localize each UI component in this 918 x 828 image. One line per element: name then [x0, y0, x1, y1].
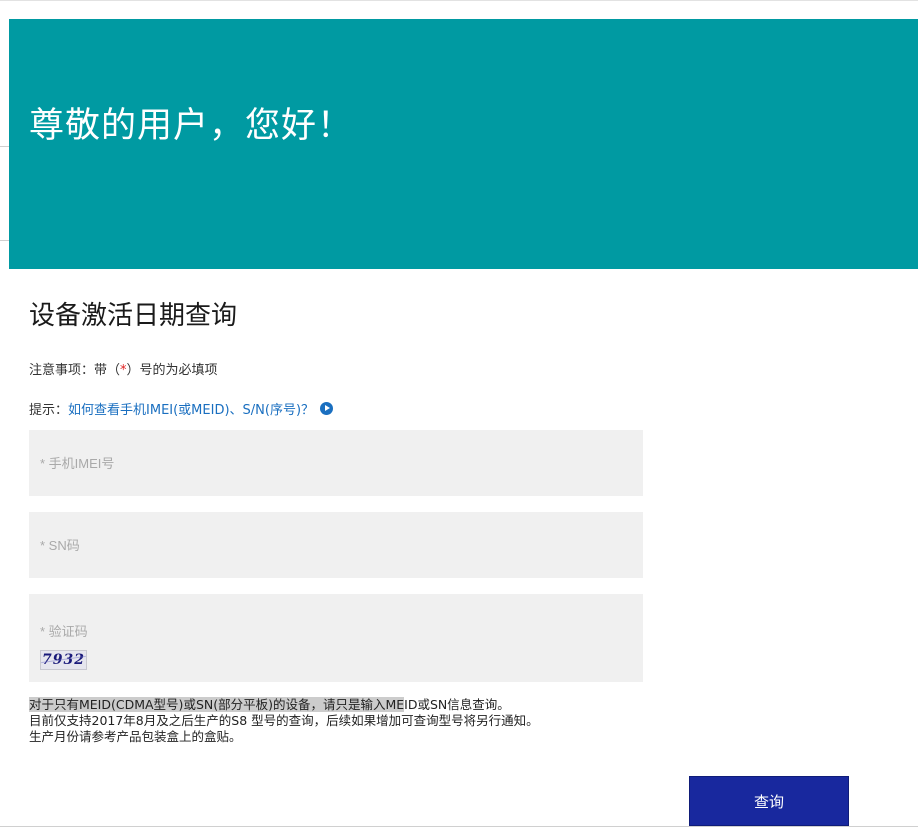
bottom-divider — [0, 826, 918, 827]
imei-field — [29, 430, 643, 496]
tip-prefix: 提示： — [29, 403, 69, 418]
info-line-3: 生产月份请参考产品包装盒上的盒贴。 — [29, 729, 242, 744]
help-tip: 提示： 如何查看手机IMEI(或MEID)、S/N(序号)？ — [29, 399, 334, 418]
play-circle-icon[interactable] — [320, 402, 334, 415]
info-line-1: 对于只有MEID(CDMA型号)或SN(部分平板)的设备，请只是输入MEID或S… — [29, 697, 539, 713]
captcha-field: 7932 — [29, 594, 643, 682]
imei-input[interactable] — [29, 430, 643, 496]
note-suffix: ）号的为必填项 — [126, 363, 218, 378]
page-title: 设备激活日期查询 — [29, 301, 238, 331]
required-note: 注意事项：带（*）号的为必填项 — [29, 359, 218, 378]
side-divider — [0, 146, 9, 147]
info-text: 对于只有MEID(CDMA型号)或SN(部分平板)的设备，请只是输入MEID或S… — [29, 697, 539, 745]
banner-title: 尊敬的用户，您好！ — [29, 106, 354, 146]
info-line-1-highlight: 对于只有MEID(CDMA型号)或SN(部分平板)的设备，请只是输入ME — [29, 697, 405, 712]
sn-input[interactable] — [29, 512, 643, 578]
captcha-input[interactable] — [29, 594, 643, 676]
info-line-1-rest: ID或SN信息查询。 — [404, 697, 510, 712]
query-button[interactable]: 查询 — [689, 776, 849, 826]
side-divider — [0, 240, 9, 241]
info-line-2: 目前仅支持2017年8月及之后生产的S8 型号的查询，后续如果增加可查询型号将另… — [29, 713, 539, 728]
note-prefix: 注意事项：带（ — [29, 363, 121, 378]
imei-help-link[interactable]: 如何查看手机IMEI(或MEID)、S/N(序号)？ — [68, 399, 314, 418]
top-divider — [0, 0, 918, 1]
captcha-image[interactable]: 7932 — [40, 650, 87, 670]
sn-field — [29, 512, 643, 578]
welcome-banner: 尊敬的用户，您好！ — [9, 19, 918, 269]
